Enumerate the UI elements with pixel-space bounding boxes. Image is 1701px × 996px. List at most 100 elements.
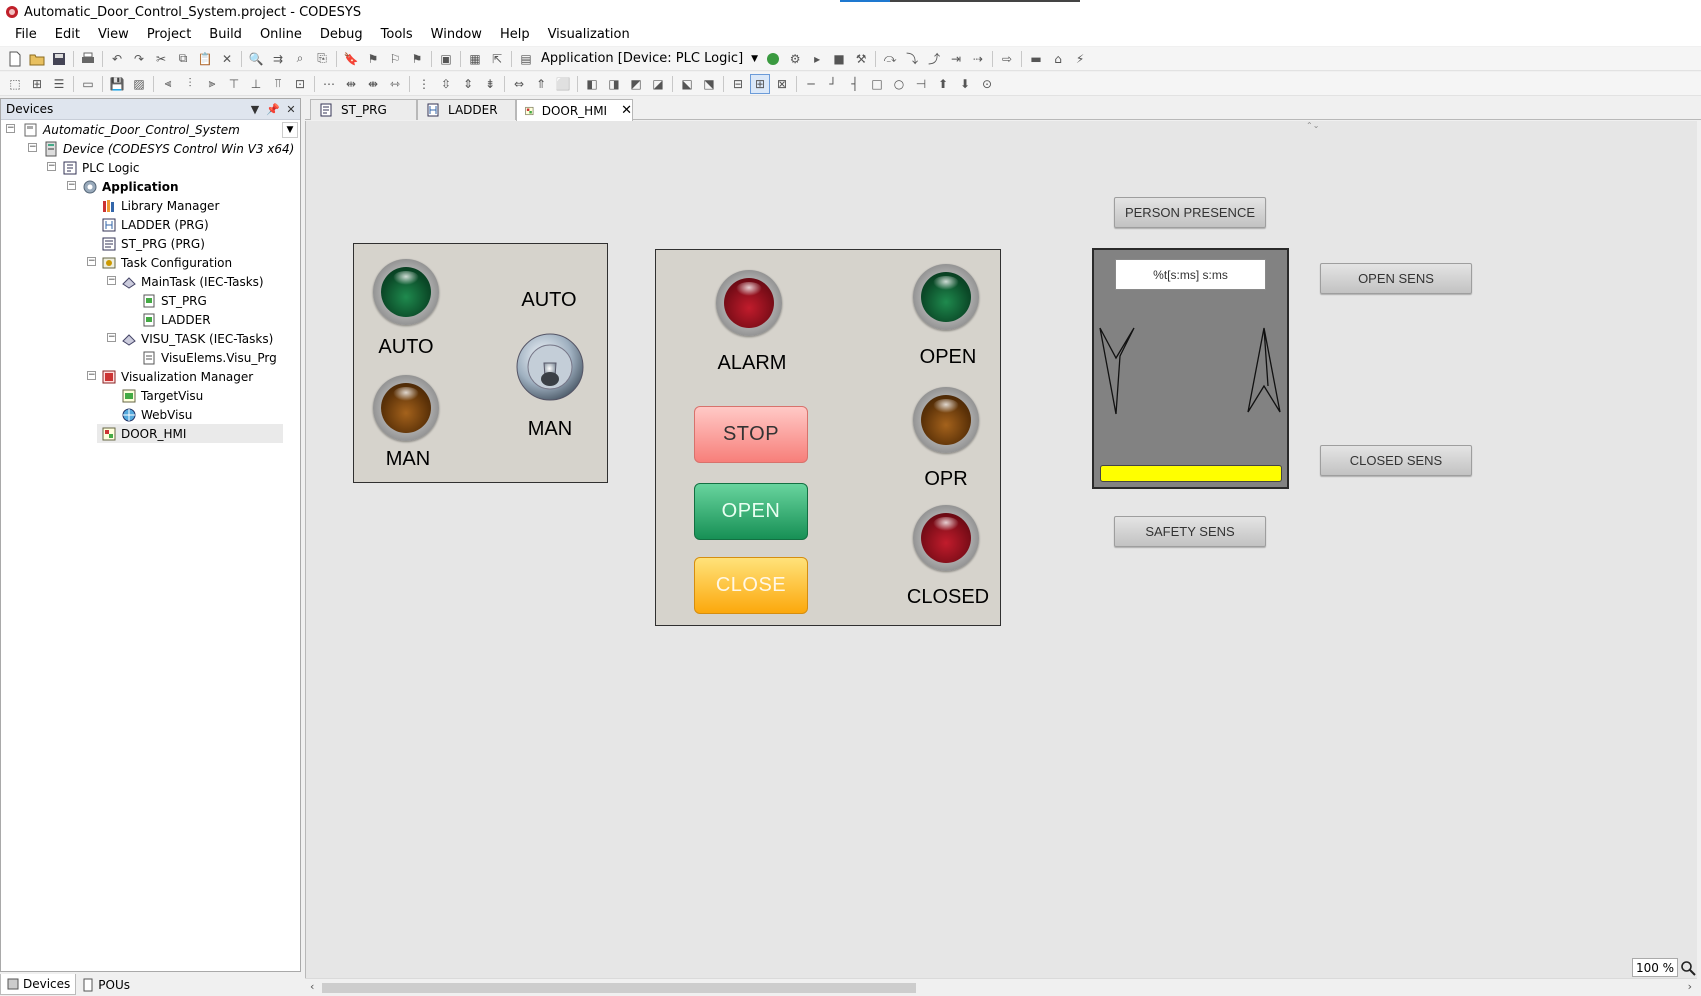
canvas-resize-handle-icon[interactable]: ⌃⌄ bbox=[1306, 121, 1336, 130]
new-file-icon[interactable] bbox=[5, 49, 25, 69]
save-icon[interactable] bbox=[49, 49, 69, 69]
properties-icon[interactable]: ⊙ bbox=[977, 74, 997, 94]
grid-icon[interactable]: ▦ bbox=[465, 49, 485, 69]
auto-man-selector-switch[interactable] bbox=[516, 333, 584, 401]
zoom-level[interactable]: 100 % bbox=[1632, 958, 1678, 977]
bookmark-prev-icon[interactable]: ⚐ bbox=[385, 49, 405, 69]
horizontal-scrollbar[interactable]: ‹ › bbox=[305, 978, 1697, 996]
tab-pous[interactable]: POUs bbox=[76, 974, 135, 995]
login-icon[interactable] bbox=[763, 49, 783, 69]
stop-button[interactable]: STOP bbox=[694, 406, 808, 463]
space-increase-h-icon[interactable]: ⇹ bbox=[341, 74, 361, 94]
element-list-icon[interactable]: ☰ bbox=[49, 74, 69, 94]
layout-bottom-icon[interactable]: ⊠ bbox=[772, 74, 792, 94]
tree-item-maintask-ladder[interactable]: LADDER bbox=[141, 310, 211, 329]
step-into-icon[interactable]: ⤵ bbox=[902, 49, 922, 69]
scrollbar-thumb[interactable] bbox=[322, 983, 916, 993]
close-tab-icon[interactable]: ✕ bbox=[621, 103, 632, 118]
tab-st-prg[interactable]: ST_PRG bbox=[310, 99, 417, 120]
align-center-v-icon[interactable]: ⊥ bbox=[246, 74, 266, 94]
align-bottom-icon[interactable]: ⫪ bbox=[268, 74, 288, 94]
print-icon[interactable] bbox=[78, 49, 98, 69]
window-layout-icon[interactable]: ▣ bbox=[436, 49, 456, 69]
same-width-icon[interactable]: ⇔ bbox=[509, 74, 529, 94]
connect-box-icon[interactable]: □ bbox=[867, 74, 887, 94]
tree-expander[interactable]: − bbox=[107, 276, 116, 285]
menu-build[interactable]: Build bbox=[200, 24, 251, 46]
zoom-magnifier-icon[interactable] bbox=[1678, 958, 1697, 977]
move-down-icon[interactable]: ⬇ bbox=[955, 74, 975, 94]
align-right-icon[interactable]: ⫸ bbox=[202, 74, 222, 94]
ungroup-icon[interactable]: ⬔ bbox=[699, 74, 719, 94]
tab-devices[interactable]: Devices bbox=[0, 974, 77, 995]
bring-front-icon[interactable]: ◧ bbox=[582, 74, 602, 94]
menu-visualization[interactable]: Visualization bbox=[539, 24, 639, 46]
align-left-icon[interactable]: ⫷ bbox=[158, 74, 178, 94]
menu-project[interactable]: Project bbox=[138, 24, 200, 46]
same-height-icon[interactable]: ⇑ bbox=[531, 74, 551, 94]
tree-expander[interactable]: − bbox=[6, 124, 15, 133]
tab-ladder[interactable]: LADDER bbox=[417, 99, 516, 120]
closed-sens-button[interactable]: CLOSED SENS bbox=[1320, 445, 1472, 476]
tree-item-webvisu[interactable]: WebVisu bbox=[121, 405, 192, 424]
connect-tee-icon[interactable]: ┤ bbox=[845, 74, 865, 94]
send-back-icon[interactable]: ◨ bbox=[604, 74, 624, 94]
find-next-icon[interactable]: ⇉ bbox=[268, 49, 288, 69]
application-icon[interactable]: ▤ bbox=[516, 49, 536, 69]
send-backward-icon[interactable]: ◪ bbox=[648, 74, 668, 94]
tree-item-visualization-manager[interactable]: Visualization Manager bbox=[101, 367, 253, 386]
tree-item-task-configuration[interactable]: Task Configuration bbox=[101, 253, 232, 272]
move-up-icon[interactable]: ⬆ bbox=[933, 74, 953, 94]
menu-view[interactable]: View bbox=[89, 24, 138, 46]
tree-item-targetvisu[interactable]: TargetVisu bbox=[121, 386, 203, 405]
step-over-icon[interactable]: ⤼ bbox=[880, 49, 900, 69]
connect-circle-icon[interactable]: ○ bbox=[889, 74, 909, 94]
tree-dropdown-icon[interactable]: ▼ bbox=[282, 122, 298, 138]
tree-item-maintask-st-prg[interactable]: ST_PRG bbox=[141, 291, 207, 310]
space-horizontal-icon[interactable]: ⋯ bbox=[319, 74, 339, 94]
unforce-icon[interactable]: ⌂ bbox=[1048, 49, 1068, 69]
replace-icon[interactable]: ⌕ bbox=[290, 49, 310, 69]
find-in-project-icon[interactable]: ⎘ bbox=[312, 49, 332, 69]
bookmark-next-icon[interactable]: ⚑ bbox=[363, 49, 383, 69]
tree-item-library-manager[interactable]: Library Manager bbox=[101, 196, 219, 215]
frame-icon[interactable]: ▭ bbox=[78, 74, 98, 94]
run-to-cursor-icon[interactable]: ⇥ bbox=[946, 49, 966, 69]
open-folder-icon[interactable] bbox=[27, 49, 47, 69]
cut-icon[interactable]: ✂ bbox=[151, 49, 171, 69]
open-button[interactable]: OPEN bbox=[694, 483, 808, 540]
menu-debug[interactable]: Debug bbox=[311, 24, 372, 46]
select-tool-icon[interactable]: ⬚ bbox=[5, 74, 25, 94]
tree-expander[interactable]: − bbox=[87, 257, 96, 266]
panel-menu-icon[interactable]: ▼ bbox=[246, 103, 264, 116]
tree-item-project[interactable]: Automatic_Door_Control_System bbox=[23, 120, 240, 139]
tree-expander[interactable]: − bbox=[47, 162, 56, 171]
tree-expander[interactable]: − bbox=[28, 143, 37, 152]
connect-branch-icon[interactable]: ⊣ bbox=[911, 74, 931, 94]
menu-file[interactable]: File bbox=[6, 24, 46, 46]
connect-line-icon[interactable]: ─ bbox=[801, 74, 821, 94]
logout-icon[interactable]: ⚙ bbox=[785, 49, 805, 69]
space-decrease-h-icon[interactable]: ⇼ bbox=[363, 74, 383, 94]
scroll-right-icon[interactable]: › bbox=[1688, 980, 1692, 993]
export-icon[interactable]: ⇱ bbox=[487, 49, 507, 69]
menu-edit[interactable]: Edit bbox=[46, 24, 89, 46]
person-presence-button[interactable]: PERSON PRESENCE bbox=[1114, 197, 1266, 228]
space-remove-h-icon[interactable]: ⇿ bbox=[385, 74, 405, 94]
tree-item-maintask[interactable]: MainTask (IEC-Tasks) bbox=[121, 272, 264, 291]
save-archive-icon[interactable]: ▨ bbox=[129, 74, 149, 94]
space-remove-v-icon[interactable]: ⇟ bbox=[480, 74, 500, 94]
vertical-scrollbar[interactable] bbox=[1697, 121, 1701, 978]
menu-help[interactable]: Help bbox=[491, 24, 539, 46]
space-vertical-icon[interactable]: ⋮ bbox=[414, 74, 434, 94]
group-icon[interactable]: ⬕ bbox=[677, 74, 697, 94]
tree-expander[interactable]: − bbox=[107, 333, 116, 342]
panel-close-icon[interactable]: ✕ bbox=[282, 103, 300, 116]
interface-editor-icon[interactable]: ⊞ bbox=[27, 74, 47, 94]
tab-door-hmi[interactable]: DOOR_HMI ✕ bbox=[516, 99, 633, 121]
bring-forward-icon[interactable]: ◩ bbox=[626, 74, 646, 94]
open-sens-button[interactable]: OPEN SENS bbox=[1320, 263, 1472, 294]
space-decrease-v-icon[interactable]: ⇕ bbox=[458, 74, 478, 94]
align-distribute-icon[interactable]: ⊡ bbox=[290, 74, 310, 94]
copy-icon[interactable]: ⧉ bbox=[173, 49, 193, 69]
